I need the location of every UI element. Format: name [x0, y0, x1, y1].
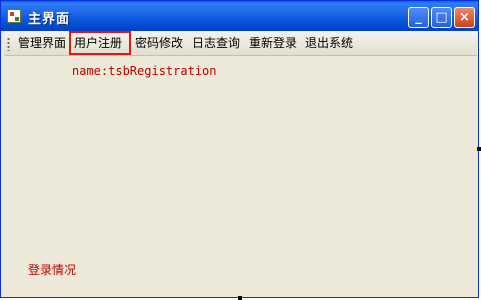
close-icon: × [459, 10, 470, 25]
minimize-button[interactable]: _ [408, 7, 429, 28]
toolbar-item-relogin[interactable]: 重新登录 [246, 33, 300, 53]
toolbar-item-log-query[interactable]: 日志查询 [189, 33, 243, 53]
toolbar-item-user-registration[interactable]: 用户注册 [69, 31, 131, 55]
toolbar-item-exit-system[interactable]: 退出系统 [302, 33, 356, 53]
main-window: 主界面 _ □ × 管理界面 用户注册 密码修改 日志查询 重新登录 退出系统 … [0, 0, 479, 298]
close-button[interactable]: × [454, 7, 475, 28]
control-name-label: name:tsbRegistration [72, 64, 217, 78]
resize-handle-right[interactable] [477, 147, 481, 151]
login-status-label: 登录情况 [28, 263, 77, 277]
minimize-icon: _ [415, 10, 422, 25]
toolbar-grip-icon[interactable] [7, 37, 10, 51]
toolbar-item-management[interactable]: 管理界面 [15, 33, 69, 53]
tool-strip: 管理界面 用户注册 密码修改 日志查询 重新登录 退出系统 [4, 31, 477, 56]
maximize-button[interactable]: □ [431, 7, 452, 28]
app-icon[interactable] [7, 9, 21, 23]
content-area: name:tsbRegistration 登录情况 [4, 56, 477, 296]
maximize-icon: □ [435, 10, 448, 25]
window-title: 主界面 [28, 12, 71, 27]
title-bar[interactable]: 主界面 _ □ × [1, 1, 478, 31]
toolbar-item-change-password[interactable]: 密码修改 [132, 33, 186, 53]
resize-handle-bottom[interactable] [238, 296, 242, 300]
